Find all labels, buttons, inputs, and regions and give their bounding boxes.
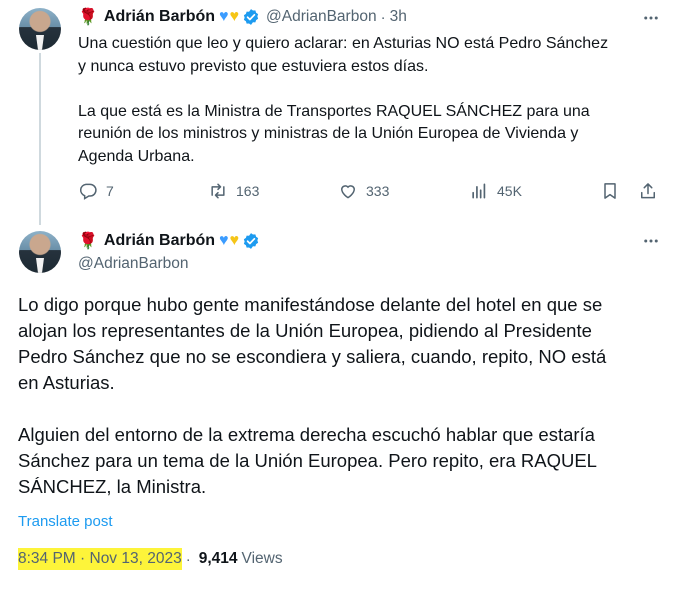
- tweet1-body-text: Una cuestión que leo y quiero aclarar: e…: [78, 35, 609, 165]
- share-button[interactable]: [638, 181, 666, 201]
- tweet2-header: 🌹 Adrián Barbón ♥ ♥: [78, 231, 266, 251]
- rose-emoji-icon: 🌹: [78, 9, 98, 26]
- views-button[interactable]: 45K: [469, 181, 522, 201]
- thread-connector-line: [39, 53, 41, 225]
- more-icon: [644, 16, 658, 20]
- reply-icon: [79, 183, 97, 200]
- repost-button[interactable]: 163: [208, 181, 259, 201]
- verified-badge-icon[interactable]: [242, 232, 260, 250]
- blue-heart-icon: ♥: [219, 8, 229, 25]
- bookmark-button[interactable]: [600, 181, 628, 201]
- author-avatar[interactable]: [19, 231, 61, 273]
- separator-dot: ·: [380, 8, 386, 26]
- reply-button[interactable]: 7: [78, 181, 114, 201]
- bookmark-icon: [604, 183, 616, 199]
- more-options-button[interactable]: [640, 7, 662, 29]
- post-meta-row: 8:34 PM · Nov 13, 2023 · 9,414 Views: [18, 548, 283, 570]
- author-handle[interactable]: @AdrianBarbon: [78, 255, 189, 273]
- translate-post-link[interactable]: Translate post: [18, 513, 113, 530]
- views-icon: [472, 183, 486, 199]
- author-avatar[interactable]: [19, 8, 61, 50]
- views-count: 9,414: [198, 550, 238, 567]
- yellow-heart-icon: ♥: [229, 232, 240, 249]
- tweet2-body-text: Lo digo porque hubo gente manifestándose…: [18, 294, 607, 497]
- author-handle[interactable]: @AdrianBarbon: [266, 8, 377, 26]
- more-icon: [644, 239, 658, 243]
- views-label: Views: [241, 550, 283, 567]
- share-icon: [641, 183, 655, 199]
- separator-dot: ·: [185, 550, 191, 568]
- verified-badge-icon[interactable]: [242, 8, 260, 26]
- repost-count: 163: [236, 183, 260, 199]
- repost-icon: [211, 183, 225, 199]
- heart-icon: [340, 185, 356, 199]
- author-name[interactable]: Adrián Barbón: [104, 8, 215, 26]
- more-options-button[interactable]: [640, 230, 662, 252]
- yellow-heart-icon: ♥: [229, 8, 240, 25]
- blue-heart-icon: ♥: [219, 232, 229, 249]
- like-button[interactable]: 333: [338, 181, 389, 201]
- reply-count: 7: [106, 183, 114, 199]
- author-name[interactable]: Adrián Barbón: [104, 232, 215, 250]
- post-time[interactable]: 3h: [390, 8, 407, 26]
- views-count: 45K: [497, 183, 522, 199]
- tweet1-header: 🌹 Adrián Barbón ♥ ♥ @AdrianBarbon · 3h: [78, 7, 407, 27]
- rose-emoji-icon: 🌹: [78, 233, 98, 250]
- post-timestamp[interactable]: 8:34 PM · Nov 13, 2023: [18, 548, 182, 570]
- like-count: 333: [366, 183, 390, 199]
